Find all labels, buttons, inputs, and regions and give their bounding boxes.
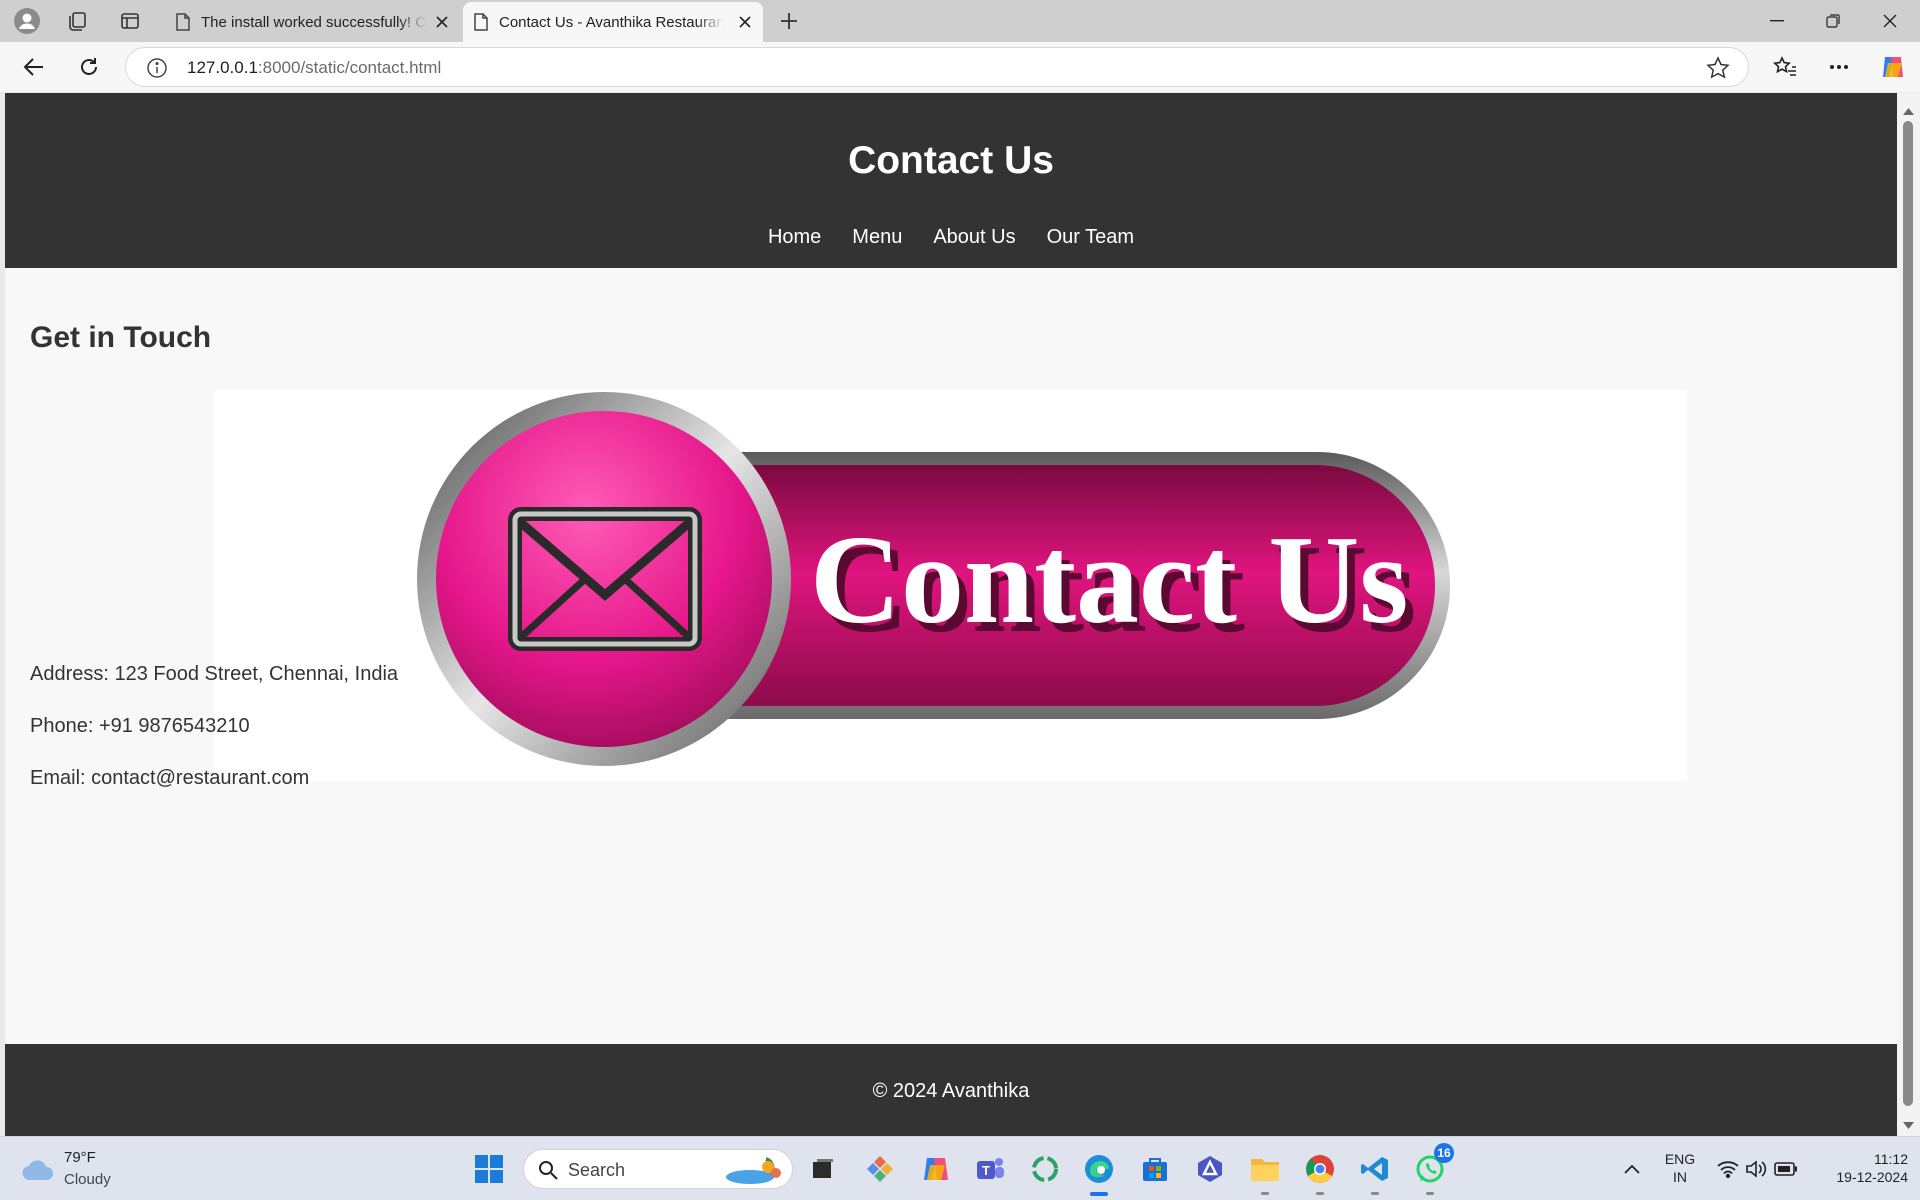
site-info-icon[interactable] [146, 57, 168, 84]
running-indicator [1371, 1192, 1379, 1195]
widgets-app-icon[interactable] [862, 1151, 898, 1187]
tab-close-icon[interactable] [432, 12, 452, 32]
more-options-icon[interactable] [1821, 50, 1857, 84]
site-nav: Home Menu About Us Our Team [5, 226, 1897, 249]
close-window-icon[interactable] [1862, 0, 1918, 42]
running-indicator [1316, 1192, 1324, 1195]
weather-temperature[interactable]: 79°F [64, 1149, 96, 1166]
chevron-up-icon[interactable] [1614, 1151, 1650, 1187]
nav-link-menu[interactable]: Menu [852, 226, 902, 249]
footer-copyright: © 2024 Avanthika [872, 1080, 1030, 1102]
scroll-down-icon[interactable] [1903, 1117, 1914, 1135]
back-icon[interactable] [16, 50, 52, 84]
restore-icon[interactable] [1805, 0, 1861, 42]
favorites-icon[interactable] [1767, 50, 1803, 84]
tab-actions-icon[interactable] [113, 4, 147, 38]
web-page: Contact Us Home Menu About Us Our Team G… [5, 93, 1897, 1136]
weather-description[interactable]: Cloudy [64, 1171, 111, 1188]
windows-start-icon[interactable] [471, 1151, 507, 1187]
ring-app-icon[interactable] [1027, 1151, 1063, 1187]
whatsapp-icon[interactable]: 16 [1412, 1143, 1454, 1195]
triangle-app-icon[interactable] [1192, 1151, 1228, 1187]
contact-banner-image: Contact Us Contact Us [214, 390, 1687, 781]
tab-strip: The install worked successfully! Congrat… [0, 0, 1920, 42]
page-scrollbar[interactable] [1897, 93, 1920, 1136]
store-icon[interactable] [1137, 1151, 1173, 1187]
refresh-icon[interactable] [71, 50, 107, 84]
task-view-icon[interactable] [805, 1151, 841, 1187]
site-header: Contact Us Home Menu About Us Our Team [5, 93, 1897, 268]
language-indicator[interactable]: ENG IN [1660, 1151, 1700, 1185]
tab-title: The install worked successfully! Congrat… [201, 13, 426, 31]
browser-toolbar: 127.0.0.1:8000/static/contact.html [0, 42, 1920, 92]
page-icon [176, 13, 190, 31]
language-code: ENG [1664, 1151, 1696, 1167]
teams-icon[interactable]: T [972, 1151, 1008, 1187]
running-indicator [1426, 1192, 1434, 1195]
search-label: Search [568, 1160, 626, 1180]
running-indicator [1090, 1192, 1108, 1196]
tab-close-icon[interactable] [735, 12, 755, 32]
file-explorer-icon[interactable] [1247, 1151, 1283, 1195]
address-bar[interactable]: 127.0.0.1:8000/static/contact.html [125, 47, 1749, 87]
tab-django-install[interactable]: The install worked successfully! Congrat… [165, 2, 460, 42]
chrome-icon[interactable] [1302, 1151, 1338, 1195]
copilot-app-icon[interactable] [918, 1151, 954, 1187]
nav-link-home[interactable]: Home [768, 226, 821, 249]
clock-time: 11:12 [1874, 1151, 1908, 1167]
favorite-star-icon[interactable] [1706, 56, 1730, 85]
email-text: Email: contact@restaurant.com [30, 767, 310, 789]
site-footer: © 2024 Avanthika [5, 1044, 1897, 1136]
url-host: 127.0.0.1 [187, 58, 258, 77]
region-code: IN [1673, 1169, 1687, 1185]
clock-date: 19-12-2024 [1836, 1169, 1908, 1185]
new-tab-icon[interactable] [772, 4, 806, 38]
taskbar-search[interactable]: Search [523, 1149, 793, 1189]
running-indicator [1261, 1192, 1269, 1195]
url-text[interactable]: 127.0.0.1:8000/static/contact.html [187, 58, 441, 78]
search-icon [538, 1160, 558, 1185]
url-path: :8000/static/contact.html [257, 58, 442, 77]
banner-text: Contact Us [810, 511, 1408, 650]
weather-cloud-icon[interactable] [20, 1151, 56, 1187]
nav-link-about-us[interactable]: About Us [933, 226, 1015, 249]
phone-text: Phone: +91 9876543210 [30, 715, 250, 737]
taskbar: 79°F Cloudy Search T 16 ENG IN 11:12 19-… [0, 1136, 1920, 1200]
tab-contact-us[interactable]: Contact Us - Avanthika Restaurant [463, 2, 763, 42]
search-highlight-icon [724, 1153, 786, 1192]
page-icon [474, 13, 488, 31]
edge-browser-icon[interactable] [1081, 1151, 1117, 1196]
tab-title: Contact Us - Avanthika Restaurant [499, 13, 724, 31]
notification-badge: 16 [1434, 1143, 1454, 1163]
svg-text:T: T [982, 1163, 990, 1178]
nav-link-our-team[interactable]: Our Team [1047, 226, 1134, 249]
scrollbar-thumb[interactable] [1903, 121, 1913, 1106]
clock[interactable]: 11:12 19-12-2024 [1808, 1151, 1908, 1185]
address-text: Address: 123 Food Street, Chennai, India [30, 663, 399, 685]
battery-icon[interactable] [1768, 1151, 1804, 1187]
copilot-icon[interactable] [1875, 50, 1911, 84]
minimize-icon[interactable] [1749, 0, 1805, 42]
scroll-up-icon[interactable] [1903, 102, 1914, 120]
vscode-icon[interactable] [1357, 1151, 1393, 1195]
section-heading: Get in Touch [30, 321, 212, 354]
workspaces-icon[interactable] [60, 4, 94, 38]
profile-icon[interactable] [10, 4, 44, 38]
page-title: Contact Us [848, 139, 1054, 182]
